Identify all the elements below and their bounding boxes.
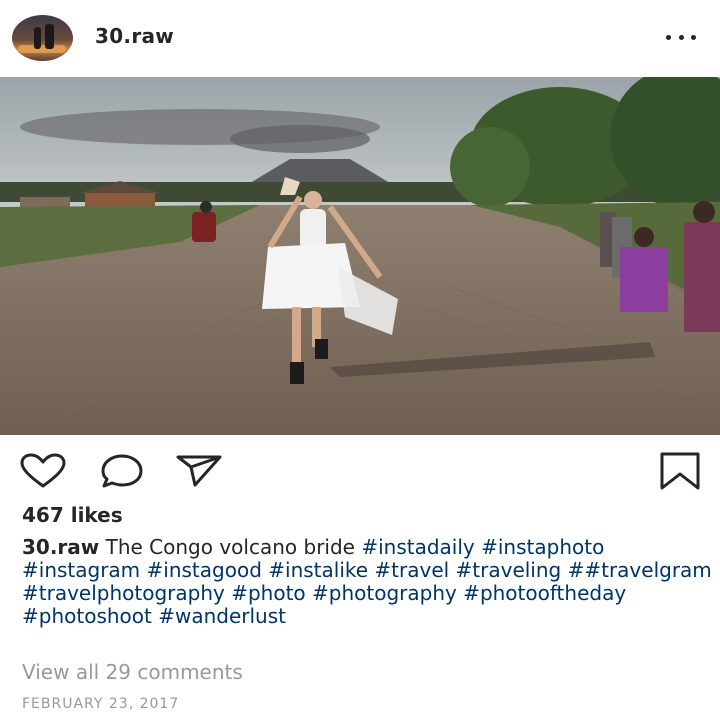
view-comments-link[interactable]: View all 29 comments bbox=[22, 660, 243, 684]
post-photo[interactable] bbox=[0, 77, 720, 435]
photo-illustration bbox=[0, 77, 720, 435]
username[interactable]: 30.raw bbox=[95, 24, 174, 48]
avatar[interactable] bbox=[12, 15, 73, 61]
bystander bbox=[684, 222, 720, 332]
post-header: 30.raw bbox=[0, 0, 720, 77]
more-options-icon[interactable] bbox=[666, 26, 696, 48]
bride-boot bbox=[290, 362, 304, 384]
paper-plane-icon[interactable] bbox=[175, 453, 223, 493]
bookmark-icon[interactable] bbox=[658, 452, 702, 494]
caption: 30.raw The Congo volcano bride #instadai… bbox=[22, 536, 712, 628]
avatar-figure bbox=[34, 27, 41, 49]
bride-dress-top bbox=[300, 209, 326, 249]
dot bbox=[678, 34, 684, 40]
likes-count[interactable]: 467 likes bbox=[22, 503, 123, 527]
caption-username[interactable]: 30.raw bbox=[22, 535, 99, 559]
post-date: FEBRUARY 23, 2017 bbox=[22, 696, 180, 712]
motorcyclist bbox=[192, 212, 216, 242]
bystander bbox=[620, 247, 668, 312]
avatar-glow bbox=[18, 45, 66, 53]
dot bbox=[691, 34, 696, 40]
dot bbox=[666, 34, 671, 40]
comment-icon[interactable] bbox=[99, 453, 145, 493]
heart-icon[interactable] bbox=[19, 453, 67, 493]
avatar-figure bbox=[45, 24, 54, 49]
caption-text: The Congo volcano bride bbox=[105, 535, 355, 559]
bride-head bbox=[304, 191, 322, 209]
